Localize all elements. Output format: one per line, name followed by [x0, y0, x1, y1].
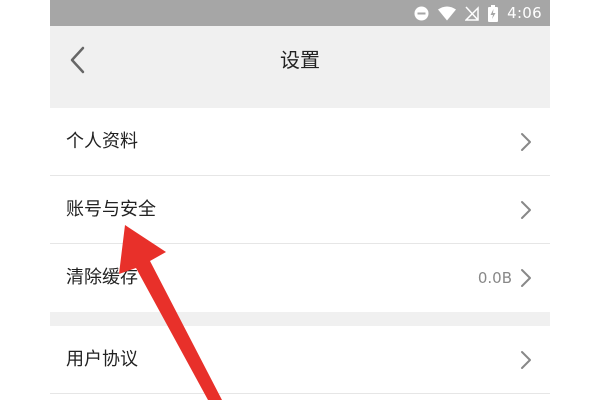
settings-item-label: 用户协议: [66, 349, 138, 370]
settings-item-account-security[interactable]: 账号与安全: [50, 176, 550, 244]
settings-item-label: 清除缓存: [66, 267, 138, 288]
section-gap: [50, 94, 550, 108]
settings-item-clear-cache[interactable]: 清除缓存 0.0B: [50, 244, 550, 312]
chevron-right-icon: [521, 133, 531, 151]
page-title: 设置: [280, 48, 320, 72]
settings-item-profile[interactable]: 个人资料: [50, 108, 550, 176]
chevron-right-icon: [521, 269, 531, 287]
chevron-right-icon: [521, 201, 531, 219]
no-sim-icon: [465, 5, 479, 21]
settings-screen: 4:06 设置 个人资料 账号与安全 清除缓存 0.0B 用户协议: [50, 0, 550, 400]
divider: [50, 393, 550, 394]
settings-item-label: 个人资料: [66, 131, 138, 152]
back-button[interactable]: [64, 42, 90, 78]
header-bar: 设置: [50, 26, 550, 94]
cache-size-value: 0.0B: [477, 269, 512, 287]
battery-charging-icon: [488, 4, 499, 22]
do-not-disturb-icon: [414, 6, 429, 21]
section-gap: [50, 312, 550, 326]
settings-item-user-agreement[interactable]: 用户协议: [50, 326, 550, 394]
chevron-right-icon: [521, 351, 531, 369]
settings-item-label: 账号与安全: [66, 199, 156, 220]
chevron-left-icon: [70, 46, 85, 74]
status-time: 4:06: [507, 4, 542, 22]
wifi-icon: [438, 6, 457, 21]
status-bar: 4:06: [50, 0, 550, 26]
